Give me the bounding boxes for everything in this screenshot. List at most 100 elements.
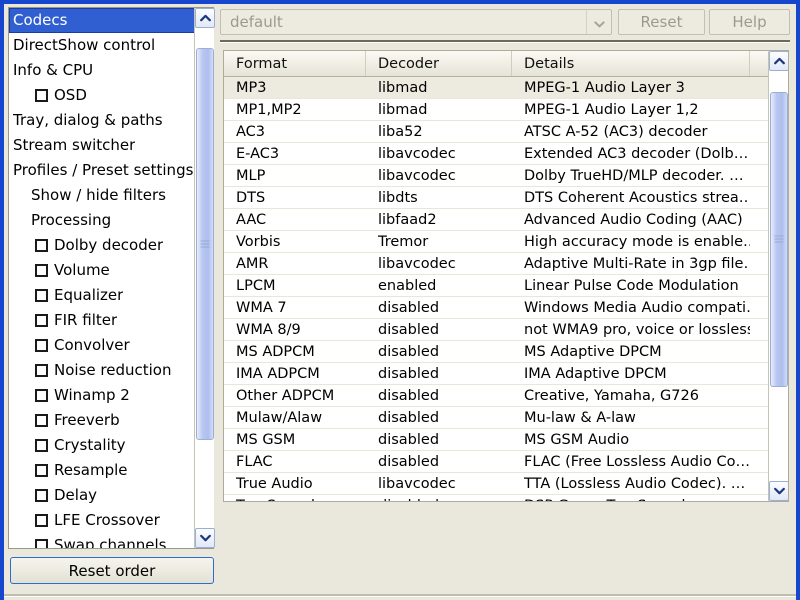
sidebar-item-volume[interactable]: Volume	[9, 258, 195, 283]
checkbox-fir-filter[interactable]	[35, 314, 48, 327]
table-cell-details: Dolby TrueHD/MLP decoder. …	[524, 167, 744, 184]
column-header-details[interactable]: Details	[512, 51, 750, 76]
checkbox-lfe-crossover[interactable]	[35, 514, 48, 527]
column-header-format[interactable]: Format	[224, 51, 366, 76]
preset-select-arrow[interactable]	[586, 10, 611, 34]
table-row[interactable]: AAC libfaad2 Advanced Audio Coding (AAC)	[224, 209, 768, 231]
checkbox-equalizer[interactable]	[35, 289, 48, 302]
checkbox-crystality[interactable]	[35, 439, 48, 452]
table-cell-details: FLAC (Free Lossless Audio Co…	[524, 453, 750, 470]
table-scroll-up-button[interactable]	[769, 51, 788, 71]
table-cell-format: DTS	[236, 189, 266, 206]
table-cell-decoder: disabled	[378, 387, 440, 404]
checkbox-volume[interactable]	[35, 264, 48, 277]
preset-select[interactable]: default	[220, 9, 612, 35]
table-row[interactable]: FLAC disabled FLAC (Free Lossless Audio Co…	[224, 451, 768, 473]
table-cell-decoder: disabled	[378, 365, 440, 382]
table-row[interactable]: True Audio libavcodec TTA (Lossless Audio …	[224, 473, 768, 495]
sidebar-item-dolby-decoder[interactable]: Dolby decoder	[9, 233, 195, 258]
table-row[interactable]: DTS libdts DTS Coherent Acoustics strea…	[224, 187, 768, 209]
sidebar-item-tray-dialog-paths[interactable]: Tray, dialog & paths	[9, 108, 195, 133]
table-row[interactable]: MP1,MP2 libmad MPEG-1 Audio Layer 1,2	[224, 99, 768, 121]
checkbox-delay[interactable]	[35, 489, 48, 502]
codecs-table: Format Decoder Details MP3 libmad MPEG-1 Aud…	[223, 50, 789, 502]
table-row[interactable]: Vorbis Tremor High accuracy mode is enable…	[224, 231, 768, 253]
sidebar-item-label: Profiles / Preset settings	[13, 161, 194, 179]
sidebar-item-convolver[interactable]: Convolver	[9, 333, 195, 358]
sidebar-item-winamp-2[interactable]: Winamp 2	[9, 383, 195, 408]
table-row[interactable]: TrueSpeechdisabledDSP Group TrueSpeech c…	[224, 495, 768, 501]
settings-tree-panel: Codecs DirectShow control Info & CPU OSD Tra…	[8, 7, 215, 549]
settings-tree-list[interactable]: Codecs DirectShow control Info & CPU OSD Tra…	[9, 8, 195, 548]
sidebar-scrollbar[interactable]	[194, 8, 215, 548]
sidebar-item-codecs[interactable]: Codecs	[9, 8, 195, 33]
reset-button[interactable]: Reset	[618, 9, 705, 35]
table-cell-format: IMA ADPCM	[236, 365, 320, 382]
table-cell-format: AMR	[236, 255, 269, 272]
help-button[interactable]: Help	[709, 9, 790, 35]
sidebar-item-directshow-control[interactable]: DirectShow control	[9, 33, 195, 58]
sidebar-scroll-up-button[interactable]	[195, 8, 215, 28]
sidebar-item-fir-filter[interactable]: FIR filter	[9, 308, 195, 333]
table-scroll-thumb[interactable]	[770, 91, 788, 387]
sidebar-item-noise-reduction[interactable]: Noise reduction	[9, 358, 195, 383]
checkbox-swap-channels[interactable]	[35, 539, 48, 548]
table-row[interactable]: MS ADPCM disabled MS Adaptive DPCM	[224, 341, 768, 363]
sidebar-item-label: LFE Crossover	[54, 511, 160, 529]
sidebar-scroll-thumb[interactable]	[196, 48, 214, 440]
table-cell-details: not WMA9 pro, voice or lossless	[524, 321, 750, 338]
table-row[interactable]: MP3 libmad MPEG-1 Audio Layer 3	[224, 77, 768, 99]
scroll-grip-icon	[774, 235, 784, 243]
sidebar-item-swap-channels[interactable]: Swap channels	[9, 533, 195, 548]
reset-order-button[interactable]: Reset order	[10, 557, 214, 584]
table-row[interactable]: MLP libavcodec Dolby TrueHD/MLP decoder. …	[224, 165, 768, 187]
table-row[interactable]: Other ADPCM disabled Creative, Yamaha, G72…	[224, 385, 768, 407]
checkbox-osd[interactable]	[35, 89, 48, 102]
sidebar-item-label: Dolby decoder	[54, 236, 164, 254]
table-row[interactable]: Mulaw/Alaw disabled Mu-law & A-law	[224, 407, 768, 429]
table-cell-decoder: libavcodec	[378, 167, 456, 184]
codecs-table-body[interactable]: MP3 libmad MPEG-1 Audio Layer 3 MP1,MP2 libm…	[224, 77, 768, 501]
sidebar-item-osd[interactable]: OSD	[9, 83, 195, 108]
table-cell-details: IMA Adaptive DPCM	[524, 365, 667, 382]
preset-select-value: default	[230, 13, 283, 31]
sidebar-item-profiles-preset-settings[interactable]: Profiles / Preset settings	[9, 158, 195, 183]
sidebar-item-freeverb[interactable]: Freeverb	[9, 408, 195, 433]
table-row[interactable]: MS GSM disabled MS GSM Audio	[224, 429, 768, 451]
checkbox-winamp-2[interactable]	[35, 389, 48, 402]
table-cell-decoder: liba52	[378, 123, 423, 140]
chevron-down-icon	[773, 487, 785, 495]
table-row[interactable]: AMR libavcodec Adaptive Multi-Rate in 3gp …	[224, 253, 768, 275]
help-button-label: Help	[732, 13, 767, 31]
sidebar-item-equalizer[interactable]: Equalizer	[9, 283, 195, 308]
checkbox-freeverb[interactable]	[35, 414, 48, 427]
codecs-page: default Reset Help Format Decoder Detail…	[218, 7, 792, 549]
table-row[interactable]: LPCM enabled Linear Pulse Code Modulation	[224, 275, 768, 297]
column-header-decoder[interactable]: Decoder	[366, 51, 512, 76]
sidebar-item-crystality[interactable]: Crystality	[9, 433, 195, 458]
checkbox-convolver[interactable]	[35, 339, 48, 352]
codecs-table-scrollbar[interactable]	[768, 51, 788, 501]
sidebar-item-label: Codecs	[13, 11, 68, 29]
sidebar-scroll-down-button[interactable]	[195, 528, 215, 548]
checkbox-noise-reduction[interactable]	[35, 364, 48, 377]
sidebar-item-info-cpu[interactable]: Info & CPU	[9, 58, 195, 83]
table-cell-format: MP1,MP2	[236, 101, 302, 118]
checkbox-resample[interactable]	[35, 464, 48, 477]
sidebar-item-processing[interactable]: Processing	[9, 208, 195, 233]
sidebar-item-label: OSD	[54, 86, 87, 104]
sidebar-item-lfe-crossover[interactable]: LFE Crossover	[9, 508, 195, 533]
preset-toolbar: default Reset Help	[218, 7, 792, 39]
table-cell-decoder: disabled	[378, 343, 440, 360]
table-row[interactable]: WMA 8/9 disabled not WMA9 pro, voice or lo…	[224, 319, 768, 341]
sidebar-item-show-hide-filters[interactable]: Show / hide filters	[9, 183, 195, 208]
table-row[interactable]: WMA 7 disabled Windows Media Audio compati…	[224, 297, 768, 319]
sidebar-item-stream-switcher[interactable]: Stream switcher	[9, 133, 195, 158]
table-row[interactable]: AC3 liba52 ATSC A-52 (AC3) decoder	[224, 121, 768, 143]
table-row[interactable]: E-AC3 libavcodec Extended AC3 decoder (Dol…	[224, 143, 768, 165]
sidebar-item-delay[interactable]: Delay	[9, 483, 195, 508]
checkbox-dolby-decoder[interactable]	[35, 239, 48, 252]
table-row[interactable]: IMA ADPCM disabled IMA Adaptive DPCM	[224, 363, 768, 385]
table-scroll-down-button[interactable]	[769, 481, 788, 501]
sidebar-item-resample[interactable]: Resample	[9, 458, 195, 483]
